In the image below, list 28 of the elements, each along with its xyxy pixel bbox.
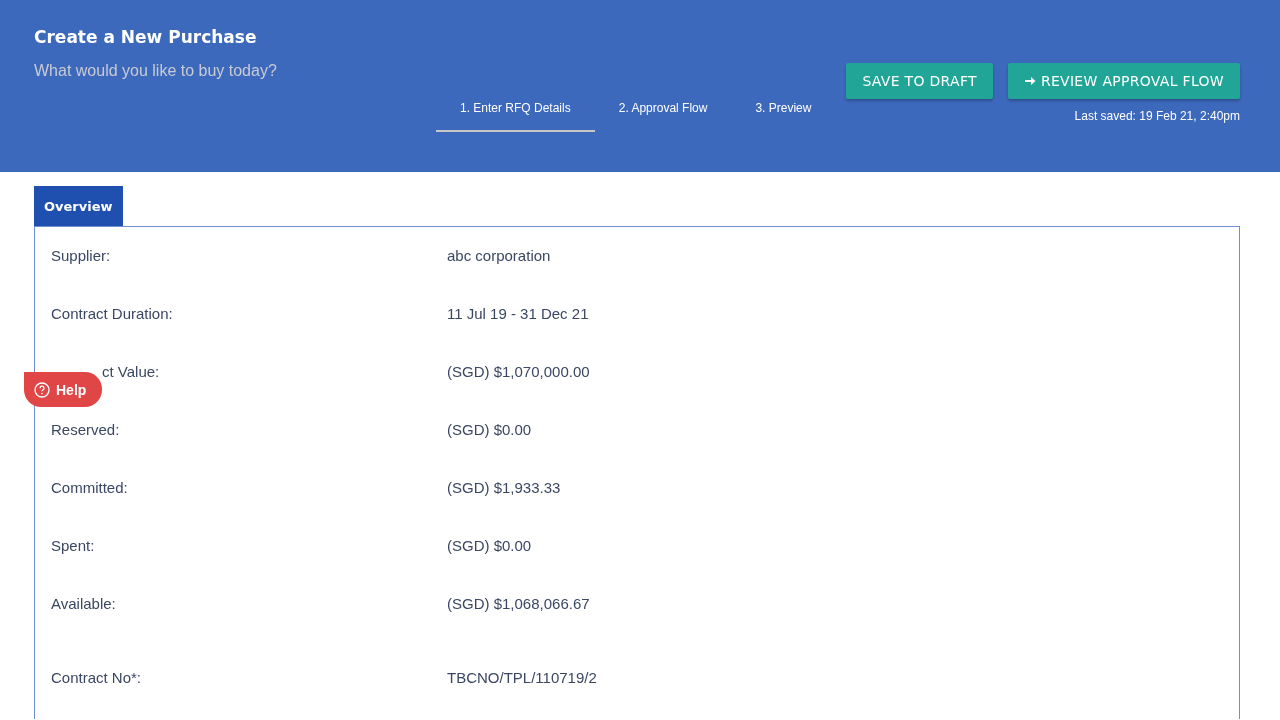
step-tab[interactable]: 2. Approval Flow	[594, 91, 732, 132]
field-value: 11 Jul 19 - 31 Dec 21	[447, 305, 590, 322]
step-tab[interactable]: 1. Enter RFQ Details	[436, 91, 595, 132]
field-label: Contract Duration:	[51, 305, 174, 322]
last-saved-text: Last saved: 19 Feb 21, 2:40pm	[1074, 109, 1240, 123]
field-value: (SGD) $1,068,066.67	[447, 595, 591, 612]
action-button[interactable]: REVIEW APPROVAL FLOW	[1007, 63, 1240, 99]
field-value: (SGD) $0.00	[447, 537, 533, 554]
action-button[interactable]: SAVE TO DRAFT	[846, 63, 993, 99]
field-label: Contract No*:	[51, 669, 143, 686]
field-label: Supplier:	[51, 247, 112, 264]
page-subtitle: What would you like to buy today?	[34, 62, 277, 80]
field-value: abc corporation	[447, 247, 552, 264]
field-label: Committed:	[51, 479, 129, 496]
field-value: (SGD) $0.00	[447, 421, 533, 438]
overview-tab[interactable]: Overview	[34, 186, 123, 226]
step-tab[interactable]: 3. Preview	[731, 91, 836, 132]
field-value: TBCNO/TPL/110719/2	[447, 669, 598, 686]
field-label: Reserved:	[51, 421, 121, 438]
field-label: Available:	[51, 595, 117, 612]
field-value: (SGD) $1,933.33	[447, 479, 562, 496]
arrow-right-icon	[1023, 75, 1036, 87]
help-icon	[34, 381, 50, 398]
field-value: (SGD) $1,070,000.00	[447, 363, 591, 380]
field-label: Spent:	[51, 537, 96, 554]
field-label: ct Value:	[101, 363, 161, 380]
help-button[interactable]: Help	[24, 372, 103, 407]
page-title: Create a New Purchase	[34, 26, 258, 48]
